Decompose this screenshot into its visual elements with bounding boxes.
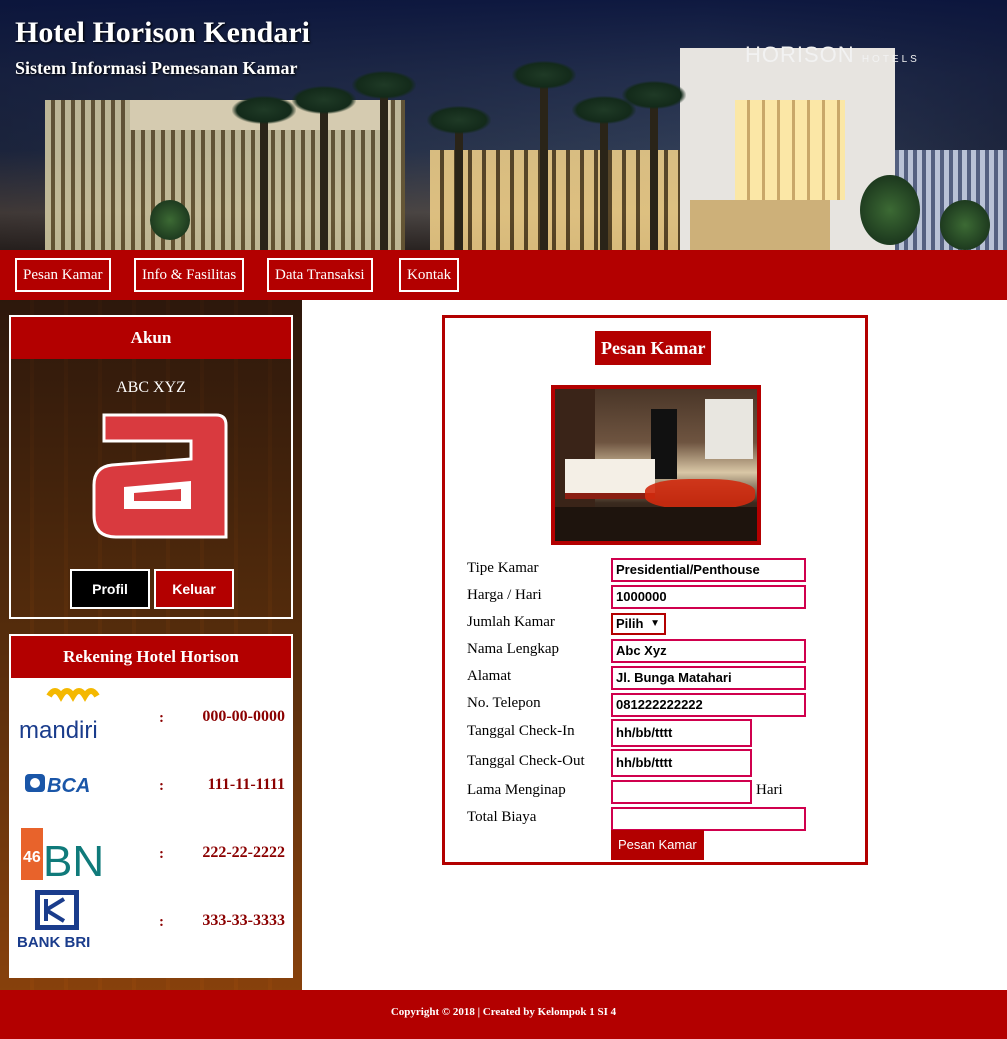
bank-row-bri: BANK BRI : 333-33-3333 (11, 890, 293, 950)
hotel-sign: HORISON HOTELS (745, 42, 920, 67)
booking-form: Pesan Kamar Tipe Kamar Presidential/Pent… (442, 315, 868, 865)
label-checkout: Tanggal Check-Out (467, 753, 585, 769)
svg-text:BANK BRI: BANK BRI (17, 934, 90, 950)
footer: Copyright © 2018 | Created by Kelompok 1… (0, 990, 1007, 1039)
label-nama: Nama Lengkap (467, 641, 560, 657)
bank-accounts-panel: Rekening Hotel Horison mandiri : 000-00-… (9, 634, 293, 978)
bca-logo-icon: BCA (25, 774, 90, 797)
account-number-bri: 333-33-3333 (202, 912, 285, 929)
label-lama: Lama Menginap (467, 782, 566, 798)
bank-row-bni: 46 BNI : 222-22-2222 (11, 822, 293, 882)
label-harga: Harga / Hari (467, 587, 542, 603)
total-biaya-field[interactable] (611, 807, 806, 831)
hari-label: Hari (756, 782, 783, 798)
main-content: Pesan Kamar Tipe Kamar Presidential/Pent… (302, 300, 1007, 990)
nav-info-fasilitas[interactable]: Info & Fasilitas (134, 258, 245, 292)
header-banner: HORISON HOTELS Hotel Horison Kendari Sis… (0, 0, 1007, 250)
main-nav: Pesan Kamar Info & Fasilitas Data Transa… (0, 250, 1007, 300)
nav-data-transaksi[interactable]: Data Transaksi (267, 258, 373, 292)
alamat-field[interactable]: Jl. Bunga Matahari (611, 666, 806, 690)
tipe-kamar-field[interactable]: Presidential/Penthouse (611, 558, 806, 582)
account-number-mandiri: 000-00-0000 (202, 708, 285, 725)
lama-menginap-field[interactable] (611, 780, 752, 804)
copyright-text: Copyright © 2018 | Created by Kelompok 1… (390, 1006, 617, 1018)
svg-text:46: 46 (23, 849, 41, 866)
label-jumlah-kamar: Jumlah Kamar (467, 614, 555, 630)
svg-text:mandiri: mandiri (19, 717, 98, 744)
label-telepon: No. Telepon (467, 695, 541, 711)
site-subtitle: Sistem Informasi Pemesanan Kamar (15, 58, 298, 78)
checkout-date-field[interactable]: hh/bb/tttt (611, 749, 752, 777)
account-number-bca: 111-11-1111 (207, 776, 285, 793)
nav-pesan-kamar[interactable]: Pesan Kamar (15, 258, 111, 292)
account-heading: Akun (11, 317, 291, 359)
account-panel: Akun ABC XYZ Profil Keluar (9, 315, 293, 619)
logout-button[interactable]: Keluar (154, 569, 234, 609)
bank-row-mandiri: mandiri : 000-00-0000 (11, 686, 293, 746)
profile-button[interactable]: Profil (70, 569, 150, 609)
jumlah-kamar-select[interactable]: Pilih ▼ (611, 613, 666, 635)
nav-kontak[interactable]: Kontak (399, 258, 460, 292)
bank-accounts-heading: Rekening Hotel Horison (11, 636, 291, 678)
bank-row-bca: BCA : 111-11-1111 (11, 754, 293, 814)
avatar (92, 413, 228, 539)
svg-text:BCA: BCA (47, 775, 90, 797)
sidebar: Akun ABC XYZ Profil Keluar Rekening Hote… (0, 300, 302, 990)
bri-logo-icon: BANK BRI (17, 890, 90, 950)
chevron-down-icon: ▼ (650, 618, 660, 629)
nama-field[interactable]: Abc Xyz (611, 639, 806, 663)
form-title: Pesan Kamar (595, 331, 712, 365)
pesan-kamar-submit-button[interactable]: Pesan Kamar (611, 830, 704, 860)
telepon-field[interactable]: 081222222222 (611, 693, 806, 717)
checkin-date-field[interactable]: hh/bb/tttt (611, 719, 752, 747)
label-checkin: Tanggal Check-In (467, 723, 575, 739)
user-name: ABC XYZ (116, 379, 186, 396)
svg-text:BNI: BNI (43, 837, 107, 882)
site-title: Hotel Horison Kendari (15, 16, 310, 49)
account-number-bni: 222-22-2222 (202, 844, 285, 861)
label-alamat: Alamat (467, 668, 512, 684)
mandiri-logo-icon: mandiri (19, 688, 100, 744)
label-total: Total Biaya (467, 809, 537, 825)
label-tipe-kamar: Tipe Kamar (467, 560, 539, 576)
room-photo (551, 385, 761, 545)
harga-field[interactable]: 1000000 (611, 585, 806, 609)
bni-logo-icon: 46 BNI (21, 828, 107, 882)
